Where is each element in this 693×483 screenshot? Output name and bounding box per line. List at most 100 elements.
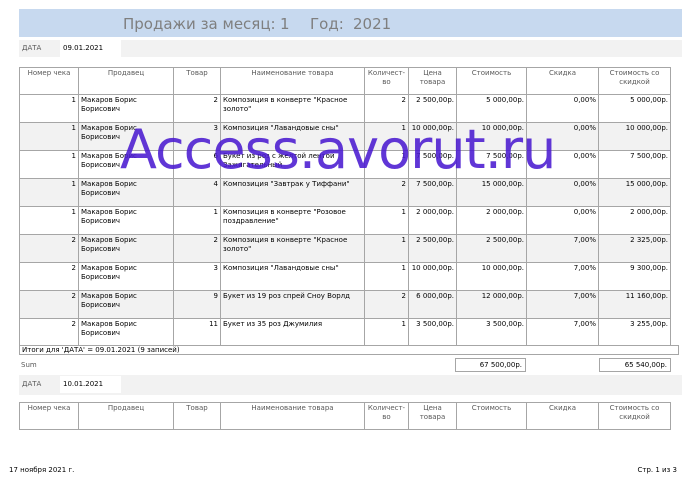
group-date-band: ДАТА 09.01.2021 bbox=[19, 40, 682, 57]
sales-table-2: Номер чека Продавец Товар Наименование т… bbox=[19, 402, 671, 430]
cell-cost: 12 000,00р. bbox=[456, 290, 527, 319]
col-header-name-2: Наименование товара bbox=[220, 402, 365, 430]
cell-qty: 2 bbox=[364, 178, 409, 207]
cell-total: 2 325,00р. bbox=[598, 234, 671, 263]
col-header-total: Стоимость со скидкой bbox=[598, 67, 671, 95]
date-value-2: 10.01.2021 bbox=[60, 376, 121, 393]
printed-date: 17 ноября 2021 г. bbox=[9, 466, 75, 474]
cell-cost: 3 500,00р. bbox=[456, 318, 527, 347]
report-title-label: Продажи за месяц: bbox=[123, 15, 276, 33]
cell-item: 1 bbox=[173, 206, 221, 235]
report-year-label: Год: bbox=[310, 15, 344, 33]
group-date-band-2: ДАТА 10.01.2021 bbox=[19, 375, 682, 395]
col-header-price-2: Цена товара bbox=[408, 402, 457, 430]
cell-qty: 1 bbox=[364, 234, 409, 263]
cell-discount: 7,00% bbox=[526, 318, 599, 347]
col-header-name: Наименование товара bbox=[220, 67, 365, 95]
cell-cost: 2 500,00р. bbox=[456, 234, 527, 263]
cell-item: 3 bbox=[173, 262, 221, 291]
col-header-check-2: Номер чека bbox=[19, 402, 79, 430]
cell-total: 11 160,00р. bbox=[598, 290, 671, 319]
sum-cost: 67 500,00р. bbox=[455, 358, 526, 372]
cell-qty: 1 bbox=[364, 318, 409, 347]
cell-check: 1 bbox=[19, 122, 79, 151]
cell-price: 2 500,00р. bbox=[408, 234, 457, 263]
table-row: 2 Макаров Борис Борисович 3 Композиция "Лав… bbox=[19, 262, 671, 291]
cell-price: 3 500,00р. bbox=[408, 318, 457, 347]
sales-table: Номер чека Продавец Товар Наименование т… bbox=[19, 67, 671, 347]
cell-price: 6 000,00р. bbox=[408, 290, 457, 319]
cell-discount: 7,00% bbox=[526, 290, 599, 319]
cell-name: Букет из 19 роз спрей Сноу Ворлд bbox=[220, 290, 365, 319]
col-header-price: Цена товара bbox=[408, 67, 457, 95]
table-row: 1 Макаров Борис Борисович 4 Композиция "Зав… bbox=[19, 178, 671, 207]
watermark-text: Access.avorut.ru bbox=[120, 118, 556, 181]
table-row: 1 Макаров Борис Борисович 1 Композиция в ко… bbox=[19, 206, 671, 235]
report-month: 1 bbox=[280, 15, 290, 33]
cell-check: 2 bbox=[19, 318, 79, 347]
cell-total: 7 500,00р. bbox=[598, 150, 671, 179]
sum-label: Sum bbox=[21, 361, 37, 369]
cell-total: 15 000,00р. bbox=[598, 178, 671, 207]
cell-price: 7 500,00р. bbox=[408, 178, 457, 207]
cell-seller: Макаров Борис Борисович bbox=[78, 290, 174, 319]
cell-total: 3 255,00р. bbox=[598, 318, 671, 347]
cell-name: Композиция "Лавандовые сны" bbox=[220, 262, 365, 291]
cell-cost: 2 000,00р. bbox=[456, 206, 527, 235]
cell-qty: 1 bbox=[364, 262, 409, 291]
col-header-discount-2: Скидка bbox=[526, 402, 599, 430]
cell-discount: 0,00% bbox=[526, 206, 599, 235]
cell-item: 4 bbox=[173, 178, 221, 207]
cell-discount: 0,00% bbox=[526, 178, 599, 207]
cell-total: 2 000,00р. bbox=[598, 206, 671, 235]
col-header-check: Номер чека bbox=[19, 67, 79, 95]
col-header-item-2: Товар bbox=[173, 402, 221, 430]
cell-total: 10 000,00р. bbox=[598, 122, 671, 151]
cell-price: 2 000,00р. bbox=[408, 206, 457, 235]
cell-price: 10 000,00р. bbox=[408, 262, 457, 291]
report-year: 2021 bbox=[353, 15, 392, 33]
cell-item: 11 bbox=[173, 318, 221, 347]
table-row: 2 Макаров Борис Борисович 2 Композиция в ко… bbox=[19, 234, 671, 263]
sum-total: 65 540,00р. bbox=[599, 358, 671, 372]
col-header-cost: Стоимость bbox=[456, 67, 527, 95]
col-header-cost-2: Стоимость bbox=[456, 402, 527, 430]
col-header-qty: Количест-во bbox=[364, 67, 409, 95]
cell-seller: Макаров Борис Борисович bbox=[78, 262, 174, 291]
cell-check: 1 bbox=[19, 150, 79, 179]
cell-name: Композиция "Завтрак у Тиффани" bbox=[220, 178, 365, 207]
cell-seller: Макаров Борис Борисович bbox=[78, 318, 174, 347]
col-header-qty-2: Количест-во bbox=[364, 402, 409, 430]
cell-check: 1 bbox=[19, 178, 79, 207]
col-header-item: Товар bbox=[173, 67, 221, 95]
col-header-discount: Скидка bbox=[526, 67, 599, 95]
col-header-seller: Продавец bbox=[78, 67, 174, 95]
page-info: Стр. 1 из 3 bbox=[637, 466, 678, 474]
report-header: Продажи за месяц: 1 Год: 2021 bbox=[19, 9, 682, 37]
cell-cost: 10 000,00р. bbox=[456, 262, 527, 291]
date-value: 09.01.2021 bbox=[60, 40, 121, 57]
cell-qty: 1 bbox=[364, 206, 409, 235]
cell-name: Композиция в конверте "Красное золото" bbox=[220, 234, 365, 263]
group-summary-line: Итоги для 'ДАТА' = 09.01.2021 (9 записей… bbox=[19, 345, 679, 355]
table-row: 2 Макаров Борис Борисович 9 Букет из 19 роз… bbox=[19, 290, 671, 319]
cell-check: 2 bbox=[19, 234, 79, 263]
date-label-2: ДАТА bbox=[22, 380, 42, 388]
cell-check: 1 bbox=[19, 94, 79, 123]
cell-qty: 2 bbox=[364, 290, 409, 319]
cell-seller: Макаров Борис Борисович bbox=[78, 234, 174, 263]
col-header-seller-2: Продавец bbox=[78, 402, 174, 430]
table-row: 2 Макаров Борис Борисович 11 Букет из 35 ро… bbox=[19, 318, 671, 347]
table-header-row-2: Номер чека Продавец Товар Наименование т… bbox=[19, 402, 671, 430]
cell-total: 9 300,00р. bbox=[598, 262, 671, 291]
date-label: ДАТА bbox=[22, 44, 42, 52]
cell-seller: Макаров Борис Борисович bbox=[78, 206, 174, 235]
cell-total: 5 000,00р. bbox=[598, 94, 671, 123]
cell-discount: 7,00% bbox=[526, 262, 599, 291]
cell-name: Букет из 35 роз Джумилия bbox=[220, 318, 365, 347]
cell-cost: 15 000,00р. bbox=[456, 178, 527, 207]
cell-discount: 7,00% bbox=[526, 234, 599, 263]
col-header-total-2: Стоимость со скидкой bbox=[598, 402, 671, 430]
cell-name: Композиция в конверте "Розовое поздравле… bbox=[220, 206, 365, 235]
cell-check: 2 bbox=[19, 290, 79, 319]
